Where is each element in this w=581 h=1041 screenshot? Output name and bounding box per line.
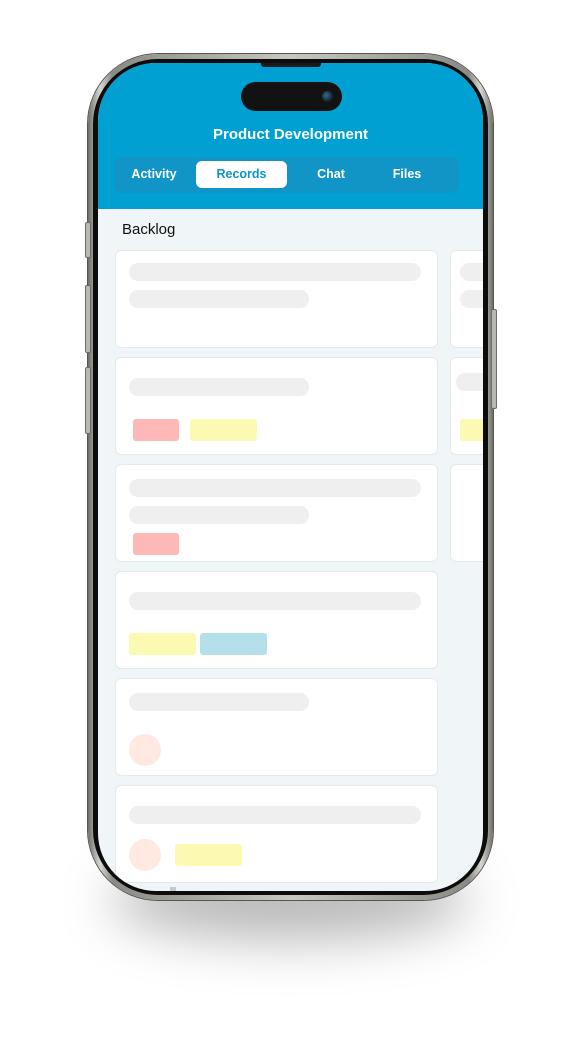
avatar <box>129 734 161 766</box>
tab-chat[interactable]: Chat <box>294 161 368 188</box>
record-card[interactable] <box>450 357 483 455</box>
phone-screen: Product Development Activity Records Cha… <box>98 63 483 891</box>
skeleton-line <box>129 592 421 610</box>
camera-icon <box>322 91 333 102</box>
skeleton-line <box>129 263 421 281</box>
skeleton-line <box>129 290 309 308</box>
tab-files[interactable]: Files <box>370 161 444 188</box>
tag-yellow <box>175 844 242 866</box>
skeleton-line <box>460 263 483 281</box>
record-card[interactable] <box>115 678 438 776</box>
tag-blue <box>200 633 267 655</box>
record-card[interactable] <box>115 464 438 562</box>
skeleton-line <box>129 479 421 497</box>
skeleton-line <box>456 373 483 391</box>
dynamic-island <box>241 82 342 111</box>
tag-red <box>133 419 179 441</box>
skeleton-line <box>129 806 421 824</box>
record-card[interactable] <box>450 250 483 348</box>
screen-edge-mark <box>170 887 176 891</box>
app-header: Product Development Activity Records Cha… <box>98 63 483 209</box>
tab-activity[interactable]: Activity <box>118 161 190 188</box>
tag-yellow <box>460 419 483 441</box>
volume-up-button <box>85 285 91 353</box>
tab-records[interactable]: Records <box>196 161 287 188</box>
record-card[interactable] <box>115 250 438 348</box>
volume-down-button <box>85 367 91 434</box>
tag-red <box>133 533 179 555</box>
tag-yellow <box>129 633 196 655</box>
avatar <box>129 839 161 871</box>
skeleton-line <box>460 290 483 308</box>
power-button <box>491 309 497 409</box>
skeleton-line <box>129 693 309 711</box>
record-card[interactable] <box>115 571 438 669</box>
tab-bar: Activity Records Chat Files <box>114 157 459 193</box>
record-card[interactable] <box>115 785 438 883</box>
column-title: Backlog <box>122 221 176 238</box>
skeleton-line <box>129 506 309 524</box>
speaker-grille <box>261 63 321 67</box>
action-button <box>85 222 91 258</box>
record-card[interactable] <box>115 357 438 455</box>
record-card[interactable] <box>450 464 483 562</box>
tag-yellow <box>190 419 257 441</box>
page-title: Product Development <box>212 126 369 143</box>
skeleton-line <box>129 378 309 396</box>
